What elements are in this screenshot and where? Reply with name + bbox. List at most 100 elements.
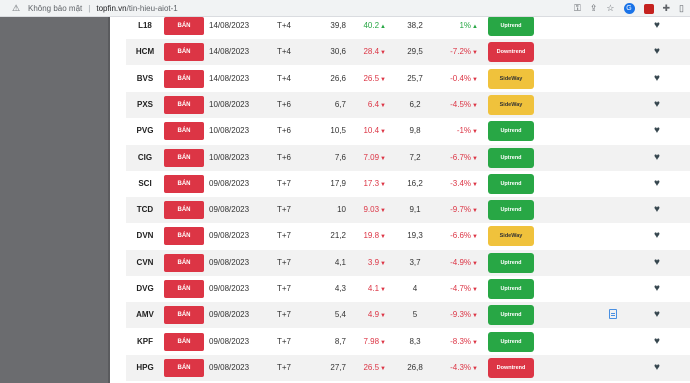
trend-badge[interactable]: Uptrend [488,200,534,221]
google-account-icon[interactable]: G [623,3,635,14]
stock-code[interactable]: L18 [126,17,164,39]
trend-badge[interactable]: SideWay [488,68,534,89]
arrow-down-icon: ▼ [380,313,386,320]
star-icon[interactable]: ☆ [606,3,614,14]
sell-signal-badge[interactable]: BÁN [164,280,204,298]
sell-signal-badge[interactable]: BÁN [164,253,204,272]
hold-period: T+6 [276,126,291,136]
current-price: 4.1▼ [348,276,386,302]
stock-code[interactable]: DVG [126,276,164,302]
sell-signal-badge[interactable]: BÁN [164,69,204,88]
heart-icon[interactable]: ♥ [654,250,660,276]
signal-date: 10/08/2023 [209,126,250,136]
stock-code[interactable]: CVN [126,250,164,276]
heart-icon[interactable]: ♥ [654,223,660,249]
url-path[interactable]: /tin-hieu-aiot-1 [127,4,178,13]
extension-icon[interactable] [643,3,654,14]
heart-icon[interactable]: ♥ [654,39,660,65]
arrow-down-icon: ▼ [380,129,386,136]
hold-period: T+4 [276,47,291,57]
key-icon[interactable]: ⚿ [574,3,581,14]
puzzle-icon[interactable]: ✚ [663,3,671,14]
trend-badge[interactable]: Uptrend [488,121,534,142]
heart-icon[interactable]: ♥ [654,276,660,302]
heart-icon[interactable]: ♥ [654,355,660,381]
heart-icon[interactable]: ♥ [654,92,660,118]
heart-icon[interactable]: ♥ [654,302,660,328]
arrow-down-icon: ▼ [472,76,478,83]
sell-signal-badge[interactable]: BÁN [164,17,204,35]
sell-signal-badge[interactable]: BÁN [164,95,204,114]
arrow-down-icon: ▼ [380,76,386,83]
signal-date: 10/08/2023 [209,99,250,109]
arrow-down-icon: ▼ [472,129,478,136]
stock-code[interactable]: AMV [126,302,164,328]
current-price-value: 6.4 [367,99,380,109]
browser-address-bar[interactable]: ⚠ Không bảo mật | topfin.vn/tin-hieu-aio… [0,0,690,17]
heart-icon[interactable]: ♥ [654,329,660,355]
reference-price: 25,7 [407,73,423,83]
trend-badge[interactable]: Uptrend [488,279,534,299]
percent-change: -4.7%▼ [436,276,478,302]
trend-badge[interactable]: Uptrend [488,252,534,273]
sell-signal-badge[interactable]: BÁN [164,332,204,351]
buy-price: 30,6 [330,47,346,57]
arrow-up-icon: ▲ [472,24,478,30]
stock-code[interactable]: PVG [126,118,164,144]
arrow-down-icon: ▼ [380,208,386,215]
current-price-value: 26.5 [363,73,380,83]
stock-code[interactable]: SCI [126,171,164,197]
reference-price: 5 [412,310,418,320]
sell-signal-badge[interactable]: BÁN [164,306,204,325]
share-icon[interactable]: ⇪ [590,3,598,14]
url-host[interactable]: topfin.vn [96,4,126,13]
table-row: TCD BÁN 09/08/2023 T+7 10 9.03▼ 9,1 -9.7%▼ Uptre… [126,197,690,224]
arrow-down-icon: ▼ [380,102,386,109]
security-status[interactable]: Không bảo mật [28,4,82,13]
percent-change: -6.7%▼ [436,145,478,171]
trend-badge[interactable]: Uptrend [488,173,534,194]
stock-code[interactable]: TCD [126,197,164,223]
table-row: PVG BÁN 10/08/2023 T+6 10,5 10.4▼ 9,8 -1%▼ Uptre… [126,118,690,144]
arrow-down-icon: ▼ [472,181,478,188]
stock-code[interactable]: DVN [126,223,164,249]
stock-code[interactable]: HCM [126,39,164,65]
heart-icon[interactable]: ♥ [654,66,660,92]
current-price-value: 17.3 [363,178,380,188]
stock-code[interactable]: CIG [126,145,164,171]
trend-badge[interactable]: Uptrend [488,147,534,168]
trend-badge[interactable]: Downtrend [488,357,534,378]
heart-icon[interactable]: ♥ [654,145,660,171]
buy-price: 21,2 [330,231,346,241]
percent-change: -4.5%▼ [436,92,478,118]
percent-change: -4.3%▼ [436,355,478,381]
trend-badge[interactable]: Downtrend [488,42,534,63]
stock-code[interactable]: BVS [126,66,164,92]
sell-signal-badge[interactable]: BÁN [164,358,204,377]
percent-change-value: -0.4% [450,73,472,83]
sell-signal-badge[interactable]: BÁN [164,122,204,141]
stock-code[interactable]: HPG [126,355,164,381]
trend-badge[interactable]: Uptrend [488,331,534,352]
stock-code[interactable]: KPF [126,329,164,355]
trend-badge[interactable]: SideWay [488,94,534,115]
warning-icon[interactable]: ⚠ [10,3,22,14]
stock-code[interactable]: PXS [126,92,164,118]
heart-icon[interactable]: ♥ [654,118,660,144]
trend-badge[interactable]: Uptrend [488,305,534,326]
sell-signal-badge[interactable]: BÁN [164,43,204,62]
percent-change: -7.2%▼ [436,39,478,65]
document-icon[interactable] [609,309,617,320]
signal-date: 10/08/2023 [209,152,250,162]
heart-icon[interactable]: ♥ [654,197,660,223]
sell-signal-badge[interactable]: BÁN [164,148,204,167]
sell-signal-badge[interactable]: BÁN [164,174,204,193]
heart-icon[interactable]: ♥ [654,17,660,39]
heart-icon[interactable]: ♥ [654,171,660,197]
trend-badge[interactable]: Uptrend [488,17,534,36]
sidebar-icon[interactable]: ▯ [679,3,684,14]
percent-change: -0.4%▼ [436,66,478,92]
sell-signal-badge[interactable]: BÁN [164,201,204,220]
sell-signal-badge[interactable]: BÁN [164,227,204,246]
trend-badge[interactable]: SideWay [488,226,534,247]
